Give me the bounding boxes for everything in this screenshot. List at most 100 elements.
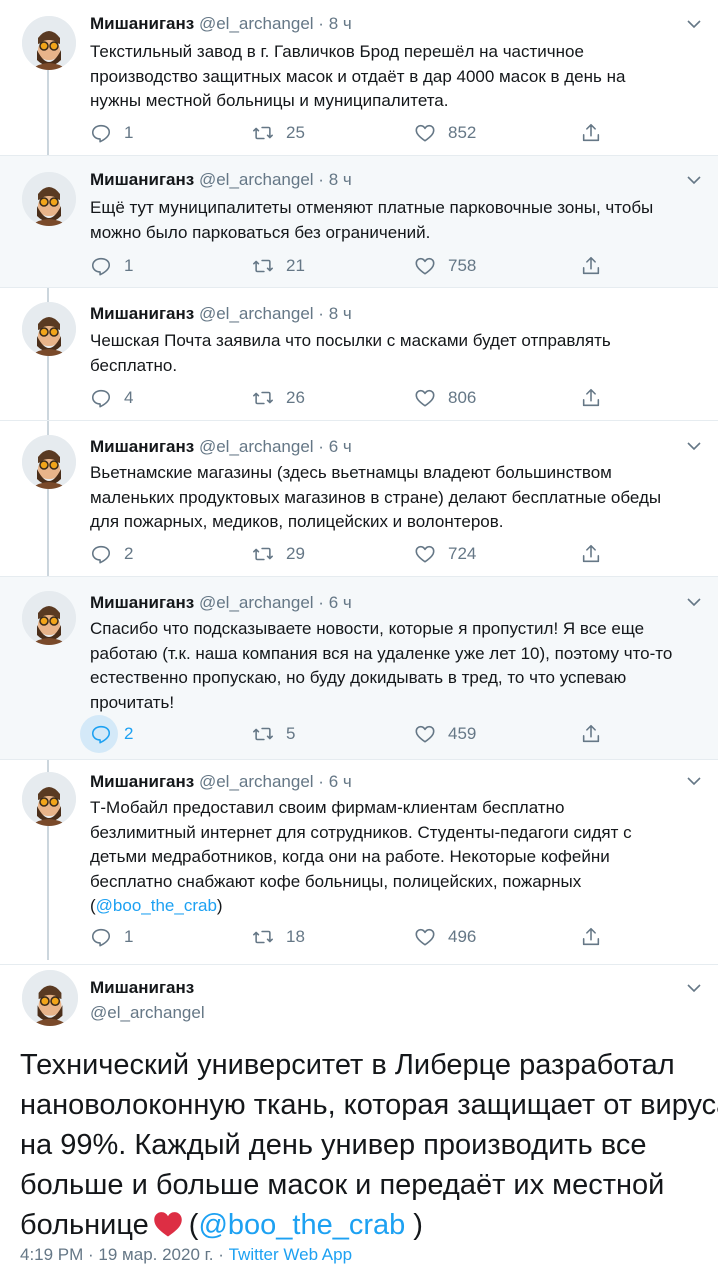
tweet-text-line: на 99%. Каждый день универ производить в… xyxy=(20,1129,647,1161)
reply-button[interactable]: 2 xyxy=(90,542,133,566)
reply-button[interactable]: 1 xyxy=(90,925,133,949)
like-button[interactable]: 806 xyxy=(414,386,476,410)
mention-link[interactable]: @boo_the_crab xyxy=(198,1209,405,1241)
avatar-image xyxy=(22,591,76,645)
main-tweet-text: Технический университет в Либерце разраб… xyxy=(20,1045,718,1245)
tweet-text-line: Спасибо что подсказываете новости, котор… xyxy=(90,619,645,638)
tweet-time[interactable]: 6 ч xyxy=(329,772,352,791)
retweet-button[interactable]: 18 xyxy=(252,925,305,949)
like-count: 724 xyxy=(448,544,477,563)
avatar[interactable] xyxy=(22,302,76,356)
like-button[interactable]: 852 xyxy=(414,121,476,145)
author-handle[interactable]: @el_archangel xyxy=(199,170,314,189)
share-icon xyxy=(582,544,600,563)
reply-icon xyxy=(91,124,111,143)
tweet-text: Ещё тут муниципалитеты отменяют платные … xyxy=(90,196,700,245)
avatar[interactable] xyxy=(22,970,78,1026)
red-heart-emoji-icon xyxy=(154,1212,182,1237)
tweet-text-line: нужны местной больницы и муниципалитета. xyxy=(90,91,449,110)
separator: · xyxy=(318,772,324,791)
author-handle[interactable]: @el_archangel xyxy=(199,437,314,456)
tweet[interactable]: Мишаниганз @el_archangel · 6 ч Спасибо ч… xyxy=(0,577,718,760)
heart-icon xyxy=(415,389,435,407)
author-name[interactable]: Мишаниганз xyxy=(90,978,194,998)
share-button[interactable] xyxy=(580,121,602,145)
avatar[interactable] xyxy=(22,772,76,826)
avatar[interactable] xyxy=(22,16,76,70)
reply-button[interactable]: 1 xyxy=(90,121,133,145)
tweet-text-line: Т-Мобайл предоставил своим фирмам-клиент… xyxy=(90,798,565,817)
separator: · xyxy=(318,170,324,189)
avatar[interactable] xyxy=(22,435,76,489)
chevron-down-icon[interactable] xyxy=(686,775,702,787)
share-button[interactable] xyxy=(580,254,602,278)
author-name[interactable]: Мишаниганз xyxy=(90,304,194,323)
like-count: 758 xyxy=(448,256,477,275)
tweet-time[interactable]: 8 ч xyxy=(329,170,352,189)
retweet-icon xyxy=(253,727,273,741)
author-name[interactable]: Мишаниганз xyxy=(90,772,194,791)
author-name[interactable]: Мишаниганз xyxy=(90,14,194,33)
chevron-down-icon[interactable] xyxy=(686,982,702,994)
tweet-header: Мишаниганз @el_archangel · 8 ч xyxy=(90,304,658,324)
author-handle[interactable]: @el_archangel xyxy=(90,1003,205,1023)
tweet-time[interactable]: 8 ч xyxy=(329,14,352,33)
share-button[interactable] xyxy=(580,542,602,566)
chevron-down-icon[interactable] xyxy=(686,18,702,30)
reply-button[interactable]: 1 xyxy=(90,254,133,278)
tweet-meta: 4:19 PM · 19 мар. 2020 г. · Twitter Web … xyxy=(20,1245,352,1265)
reply-button[interactable]: 4 xyxy=(90,386,133,410)
author-handle[interactable]: @el_archangel xyxy=(199,304,314,323)
tweet-header: Мишаниганз @el_archangel · 8 ч xyxy=(90,14,658,34)
chevron-down-icon[interactable] xyxy=(686,440,702,452)
tweet-text-line: для пожарных, медиков, полицейских и вол… xyxy=(90,512,504,531)
tweet[interactable]: Мишаниганз @el_archangel · 8 ч Текстильн… xyxy=(0,0,718,156)
retweet-count: 29 xyxy=(286,544,305,563)
retweet-button[interactable]: 25 xyxy=(252,121,305,145)
author-name[interactable]: Мишаниганз xyxy=(90,593,194,612)
tweet-header: Мишаниганз @el_archangel · 6 ч xyxy=(90,593,658,613)
share-button[interactable] xyxy=(580,925,602,949)
author-name[interactable]: Мишаниганз xyxy=(90,437,194,456)
separator: · xyxy=(318,437,324,456)
author-handle[interactable]: @el_archangel xyxy=(199,772,314,791)
separator: · xyxy=(318,593,324,612)
like-button[interactable]: 459 xyxy=(414,722,476,746)
tweet-timestamp[interactable]: 4:19 PM · 19 мар. 2020 г. · xyxy=(20,1245,229,1264)
like-button[interactable]: 724 xyxy=(414,542,476,566)
avatar-image xyxy=(22,970,78,1026)
mention-link[interactable]: @boo_the_crab xyxy=(96,896,217,915)
share-button[interactable] xyxy=(580,386,602,410)
retweet-button[interactable]: 21 xyxy=(252,254,305,278)
tweet[interactable]: Мишаниганз @el_archangel · 8 ч Ещё тут м… xyxy=(0,156,718,288)
author-handle[interactable]: @el_archangel xyxy=(199,14,314,33)
like-button[interactable]: 496 xyxy=(414,925,476,949)
avatar[interactable] xyxy=(22,591,76,645)
heart-icon xyxy=(415,124,435,142)
heart-icon xyxy=(415,928,435,946)
retweet-button[interactable]: 5 xyxy=(252,722,295,746)
reply-button[interactable]: 2 xyxy=(80,715,133,753)
tweet-time[interactable]: 8 ч xyxy=(329,304,352,323)
share-button[interactable] xyxy=(580,722,602,746)
paren: ) xyxy=(216,896,223,915)
paren: ( xyxy=(188,1209,199,1241)
chevron-down-icon[interactable] xyxy=(686,596,702,608)
reply-count: 4 xyxy=(124,388,134,407)
tweet-header: Мишаниганз @el_archangel · 6 ч xyxy=(90,437,658,457)
author-name[interactable]: Мишаниганз xyxy=(90,170,194,189)
tweet[interactable]: Мишаниганз @el_archangel · 6 ч Вьетнамск… xyxy=(0,421,718,577)
tweet-time[interactable]: 6 ч xyxy=(329,593,352,612)
tweet-text-line: Ещё тут муниципалитеты отменяют платные … xyxy=(90,198,654,217)
retweet-button[interactable]: 29 xyxy=(252,542,305,566)
retweet-button[interactable]: 26 xyxy=(252,386,305,410)
like-button[interactable]: 758 xyxy=(414,254,476,278)
author-handle[interactable]: @el_archangel xyxy=(199,593,314,612)
avatar[interactable] xyxy=(22,172,76,226)
share-icon xyxy=(582,388,600,407)
chevron-down-icon[interactable] xyxy=(686,174,702,186)
tweet-time[interactable]: 6 ч xyxy=(329,437,352,456)
tweet[interactable]: Мишаниганз @el_archangel · 6 ч Т-Мобайл … xyxy=(0,760,718,965)
source-link[interactable]: Twitter Web App xyxy=(229,1245,352,1264)
tweet[interactable]: Мишаниганз @el_archangel · 8 ч Чешская П… xyxy=(0,288,718,421)
